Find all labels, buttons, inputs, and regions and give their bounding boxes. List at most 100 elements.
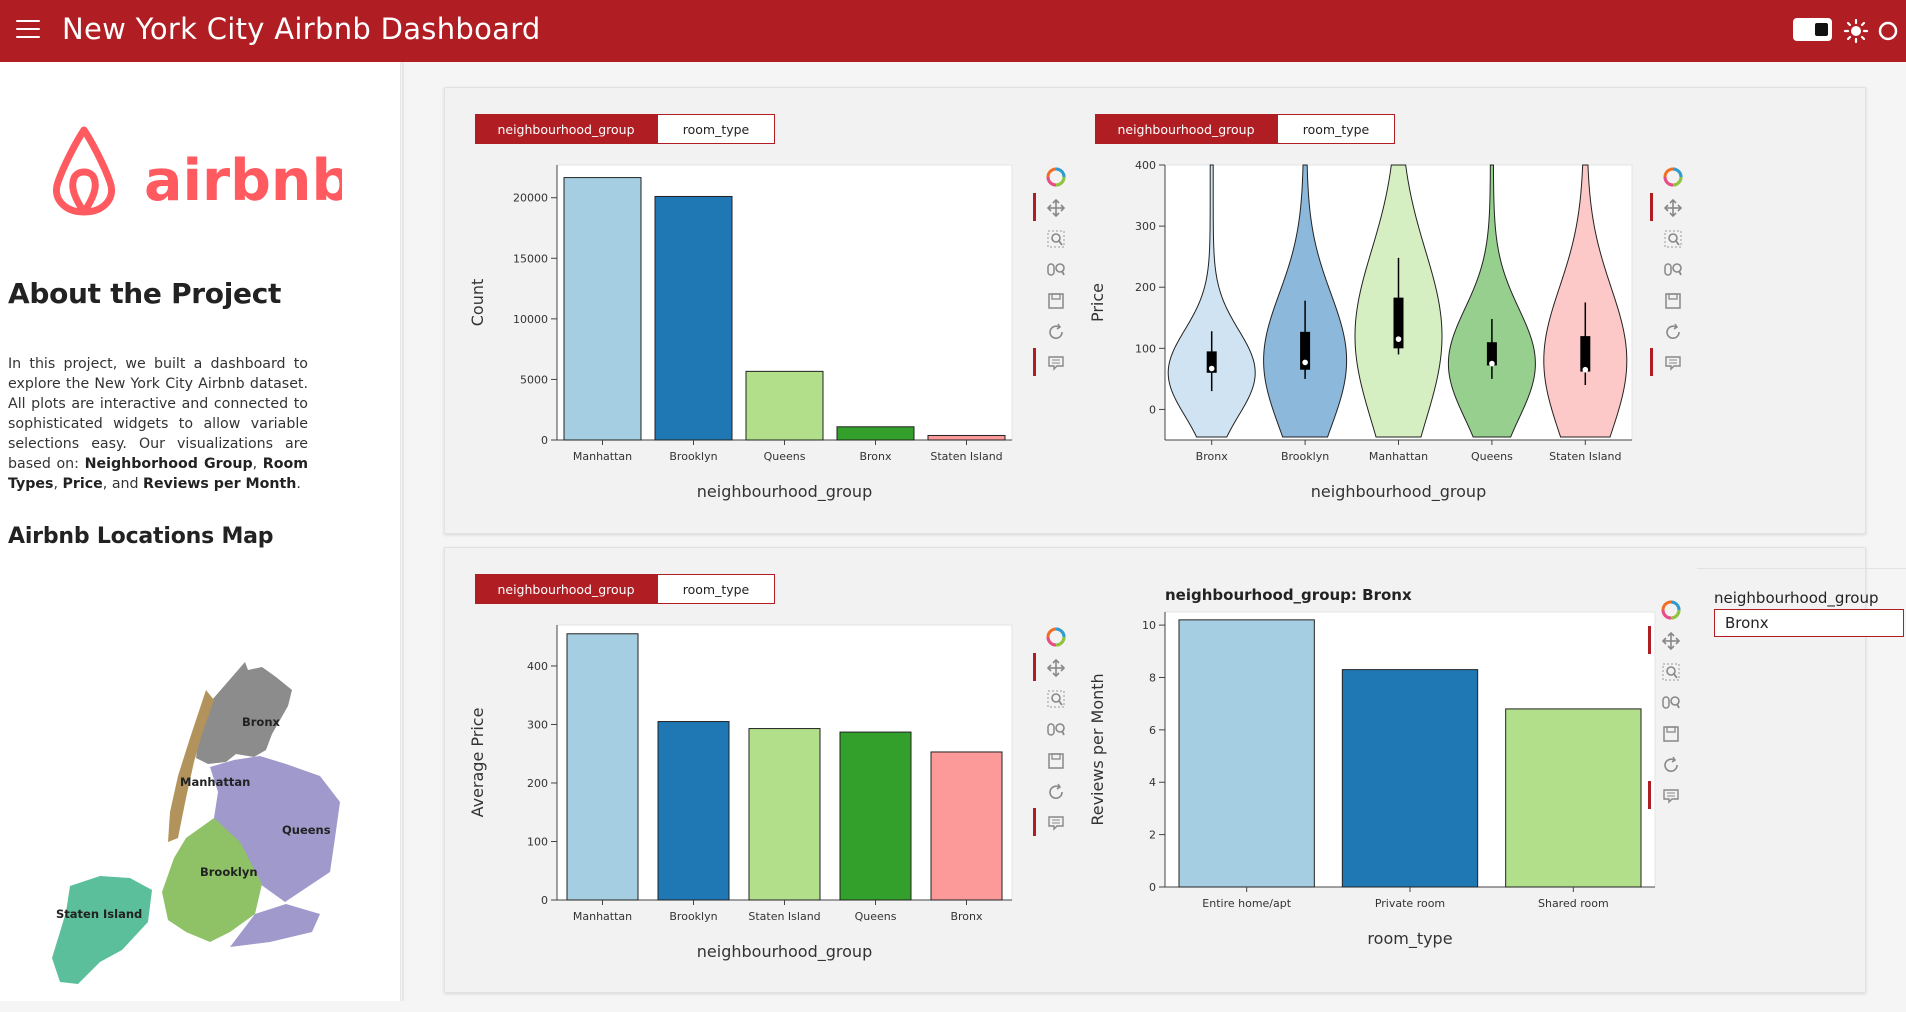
y-tick-label: 100 [527,835,548,848]
violin-median [1489,360,1495,367]
y-tick-label: 20000 [513,192,548,205]
tab-neighbourhood-group[interactable]: neighbourhood_group [475,574,657,604]
save-icon[interactable] [1662,290,1684,312]
y-tick-label: 15000 [513,252,548,265]
hover-icon[interactable] [1650,348,1684,376]
widget-divider [1697,568,1906,569]
pan-icon[interactable] [1033,653,1067,681]
tab-room-type[interactable]: room_type [657,574,775,604]
sun-icon[interactable] [1843,18,1869,44]
manhattan-shape [168,690,214,842]
wheel-zoom-icon[interactable] [1660,692,1682,714]
box-zoom-icon[interactable] [1660,661,1682,683]
tab-neighbourhood-group[interactable]: neighbourhood_group [1095,114,1277,144]
x-axis-label: neighbourhood_group [1311,482,1486,502]
hover-icon[interactable] [1033,808,1067,836]
bokeh-logo-icon[interactable] [1045,166,1067,188]
violin-median [1302,359,1308,366]
x-tick-label: Bronx [950,910,983,923]
count-bar-chart[interactable]: 0 5000 10000 15000 20000 neighbourhood_group C… [465,152,1045,512]
y-tick-label: 400 [1135,159,1156,172]
wheel-zoom-icon[interactable] [1045,719,1067,741]
bar [836,426,915,441]
neighbourhood-group-select[interactable]: Bronx [1714,609,1904,637]
y-axis-label: Reviews per Month [1088,673,1107,825]
y-tick-label: 2 [1149,829,1156,842]
save-icon[interactable] [1045,750,1067,772]
y-axis-label: Count [468,279,487,327]
box-zoom-icon[interactable] [1662,228,1684,250]
y-axis-label: Average Price [468,708,487,818]
bar [748,728,821,901]
map-label-manhattan: Manhattan [180,775,250,789]
bar [1341,669,1479,888]
tab-neighbourhood-group[interactable]: neighbourhood_group [475,114,657,144]
bokeh-logo-icon[interactable] [1045,626,1067,648]
hover-icon[interactable] [1648,781,1682,809]
x-tick-label: Manhattan [573,450,632,463]
average-price-bar-chart[interactable]: 0 100 200 300 400 neighbourhood_group Average … [465,612,1045,972]
pan-icon[interactable] [1648,626,1682,654]
plot-toolbar [1033,626,1067,843]
reset-icon[interactable] [1662,321,1684,343]
x-tick-label: Queens [1471,450,1513,463]
reset-icon[interactable] [1045,781,1067,803]
theme-toggle[interactable] [1793,18,1832,41]
y-tick-label: 400 [527,660,548,673]
hover-icon[interactable] [1033,348,1067,376]
y-tick-label: 300 [1135,220,1156,233]
x-tick-label: Entire home/apt [1202,897,1291,910]
menu-icon[interactable] [16,20,40,40]
map-label-queens: Queens [282,823,331,837]
sidebar-scrollbar[interactable] [402,62,404,1001]
bar [927,434,1006,441]
map-label-staten-island: Staten Island [56,907,142,921]
tab-room-type[interactable]: room_type [657,114,775,144]
x-tick-label: Staten Island [1549,450,1621,463]
bar [930,751,1003,901]
y-axis-label: Price [1088,283,1107,322]
price-violin-chart[interactable]: 0 100 200 300 400 neighbourhood_group Price Bro… [1085,152,1665,512]
reset-icon[interactable] [1045,321,1067,343]
y-tick-label: 10000 [513,313,548,326]
map-title: Airbnb Locations Map [8,524,274,549]
airbnb-logo: airbnb [53,126,342,216]
bokeh-logo-icon[interactable] [1660,599,1682,621]
about-title: About the Project [8,277,282,310]
tabs-chart1: neighbourhood_group room_type [475,114,775,144]
plot-toolbar [1033,166,1067,383]
y-tick-label: 4 [1149,776,1156,789]
map-label-brooklyn: Brooklyn [200,865,258,879]
x-axis-label: room_type [1367,929,1452,949]
save-icon[interactable] [1660,723,1682,745]
bar [657,721,730,901]
pan-icon[interactable] [1650,193,1684,221]
reviews-per-month-bar-chart[interactable]: 0 2 4 6 8 10 room_type Reviews per Month Entire … [1085,570,1665,949]
chart-title: neighbourhood_group: Bronx [1165,586,1412,604]
save-icon[interactable] [1045,290,1067,312]
map-label-bronx: Bronx [242,715,281,729]
y-tick-label: 200 [1135,281,1156,294]
pan-icon[interactable] [1033,193,1067,221]
wheel-zoom-icon[interactable] [1045,259,1067,281]
tabs-chart2: neighbourhood_group room_type [1095,114,1395,144]
plot-toolbar [1648,599,1682,816]
bokeh-logo-icon[interactable] [1662,166,1684,188]
x-tick-label: Manhattan [1369,450,1428,463]
tab-room-type[interactable]: room_type [1277,114,1395,144]
violin-median [1582,366,1589,373]
box-zoom-icon[interactable] [1045,688,1067,710]
status-circle-icon [1878,21,1898,41]
box-zoom-icon[interactable] [1045,228,1067,250]
wheel-zoom-icon[interactable] [1662,259,1684,281]
y-tick-label: 100 [1135,342,1156,355]
staten-island-shape [52,876,152,984]
x-axis-label: neighbourhood_group [697,942,872,962]
bar [563,177,642,441]
y-tick-label: 200 [527,777,548,790]
app-title: New York City Airbnb Dashboard [62,12,541,46]
select-label: neighbourhood_group [1714,589,1879,607]
reset-icon[interactable] [1660,754,1682,776]
x-tick-label: Manhattan [573,910,632,923]
y-tick-label: 5000 [520,373,548,386]
